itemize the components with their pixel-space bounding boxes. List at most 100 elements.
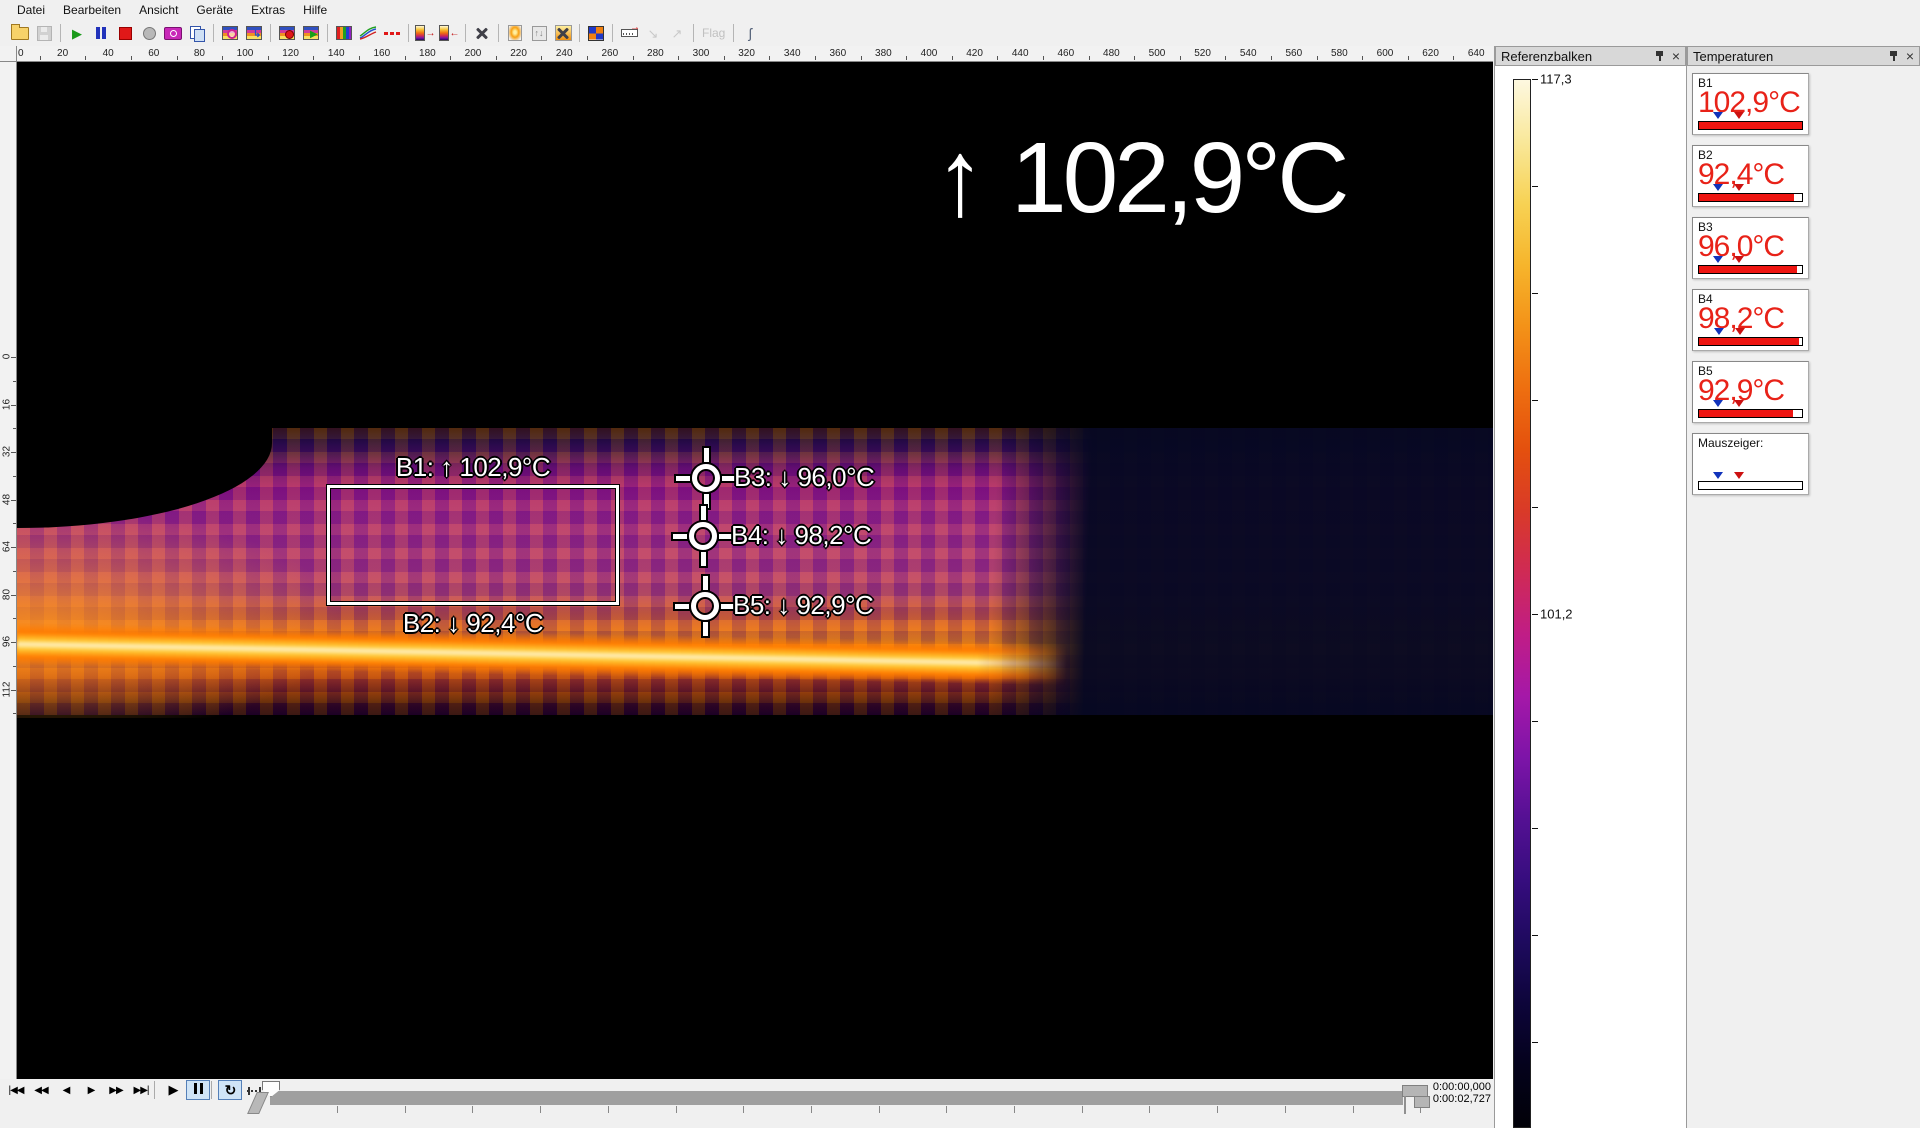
- temperature-bar-track[interactable]: [1698, 265, 1803, 274]
- snapshot-button[interactable]: [162, 23, 184, 44]
- scale-tick: [1532, 79, 1538, 80]
- max-marker-icon[interactable]: [1734, 400, 1744, 407]
- menu-item-hilfe[interactable]: Hilfe: [294, 1, 336, 19]
- timeline-tick: [1014, 1106, 1015, 1113]
- quad-view-button[interactable]: [585, 23, 607, 44]
- min-marker-icon[interactable]: [1713, 472, 1723, 479]
- fast-rewind-button[interactable]: ◀◀: [29, 1080, 53, 1100]
- temperature-box-b1: B1102,9°C: [1692, 73, 1809, 135]
- ruler-label: 60: [148, 48, 159, 59]
- spot-circle-icon: [691, 592, 719, 620]
- temperature-box-b3: B396,0°C: [1692, 217, 1809, 279]
- temperature-bar-track[interactable]: [1698, 193, 1803, 202]
- toolbar-separator: [612, 24, 613, 42]
- menu-item-extras[interactable]: Extras: [242, 1, 294, 19]
- min-marker-icon[interactable]: [1713, 112, 1723, 119]
- timeline-tick: [337, 1106, 338, 1113]
- step-back-button[interactable]: ◀: [54, 1080, 78, 1100]
- temperature-box-label: Mauszeiger:: [1698, 436, 1803, 450]
- min-marker-icon[interactable]: [1713, 184, 1723, 191]
- scale-shift-left-button[interactable]: ←: [438, 23, 460, 44]
- flag-button: Flag: [699, 23, 728, 44]
- temperature-bar[interactable]: [1698, 328, 1803, 346]
- stop-button[interactable]: [114, 23, 136, 44]
- open-file-button[interactable]: [9, 23, 31, 44]
- fit-range-button[interactable]: ↑↓: [528, 23, 550, 44]
- timeline-tick: [743, 1106, 744, 1113]
- tools-button[interactable]: [471, 23, 493, 44]
- ruler-label: 420: [966, 48, 983, 59]
- ruler-tick: [769, 56, 770, 60]
- temperature-bar[interactable]: [1698, 472, 1803, 490]
- measure-label-b1[interactable]: B1: ↑ 102,9°C: [327, 452, 619, 483]
- ruler-tick: [11, 690, 16, 691]
- ruler-label: 40: [103, 48, 114, 59]
- menu-item-datei[interactable]: Datei: [8, 1, 54, 19]
- fast-forward-button[interactable]: ▶▶: [104, 1080, 128, 1100]
- timeline-tick: [405, 1106, 406, 1113]
- thermal-tools-button[interactable]: [552, 23, 574, 44]
- temperature-bar-track[interactable]: [1698, 481, 1803, 490]
- ruler-label: 100: [237, 48, 254, 59]
- max-marker-icon[interactable]: [1735, 328, 1745, 335]
- profile-curves-button[interactable]: [357, 23, 379, 44]
- close-icon[interactable]: ×: [1906, 50, 1914, 62]
- ruler-tick: [1453, 56, 1454, 60]
- ruler-tick: [11, 452, 16, 453]
- freehand-button[interactable]: ʃ: [739, 23, 761, 44]
- ruler-label: 260: [601, 48, 618, 59]
- ruler-label: 280: [647, 48, 664, 59]
- pin-icon[interactable]: [1655, 51, 1664, 62]
- play-button[interactable]: ▶: [66, 23, 88, 44]
- timeline-tick: [1082, 1106, 1083, 1113]
- record-button[interactable]: [138, 23, 160, 44]
- pause-button[interactable]: [90, 23, 112, 44]
- min-marker-icon[interactable]: [1713, 400, 1723, 407]
- thermal-image-canvas[interactable]: ↑ 102,9°C B1: ↑ 102,9°C B2: ↓ 92,4°C B3:…: [17, 62, 1493, 1079]
- menu-item-geräte[interactable]: Geräte: [187, 1, 242, 19]
- menu-item-ansicht[interactable]: Ansicht: [130, 1, 187, 19]
- min-marker-icon[interactable]: [1714, 328, 1724, 335]
- image-zoom-button[interactable]: [219, 23, 241, 44]
- image-export-button[interactable]: ↳: [243, 23, 265, 44]
- pause-button[interactable]: [186, 1080, 210, 1100]
- pin-icon[interactable]: [1889, 51, 1898, 62]
- spot-circle-icon: [689, 522, 717, 550]
- measure-distance-button[interactable]: →: [618, 23, 640, 44]
- min-marker-icon[interactable]: [1713, 256, 1723, 263]
- measure-region-b1-rectangle[interactable]: [327, 485, 619, 605]
- max-marker-icon[interactable]: [1734, 112, 1744, 119]
- loop-button[interactable]: ↻: [218, 1080, 242, 1100]
- scale-shift-right-button[interactable]: →: [414, 23, 436, 44]
- image-play-button[interactable]: ▶: [300, 23, 322, 44]
- palette-button[interactable]: [333, 23, 355, 44]
- measure-label-b5[interactable]: B5: ↓ 92,9°C: [733, 590, 873, 621]
- palette-bar-button[interactable]: [504, 23, 526, 44]
- step-forward-button[interactable]: ▶: [79, 1080, 103, 1100]
- ruler-tick: [952, 56, 953, 60]
- max-marker-icon[interactable]: [1734, 184, 1744, 191]
- measure-label-b3[interactable]: B3: ↓ 96,0°C: [734, 462, 874, 493]
- temperature-bar-track[interactable]: [1698, 337, 1803, 346]
- temperature-bar[interactable]: [1698, 256, 1803, 274]
- play-button[interactable]: ▶: [161, 1080, 185, 1100]
- line-style-button[interactable]: [381, 23, 403, 44]
- copy-button[interactable]: [186, 23, 208, 44]
- temperature-bar[interactable]: [1698, 112, 1803, 130]
- close-icon[interactable]: ×: [1672, 50, 1680, 62]
- temperature-bar[interactable]: [1698, 400, 1803, 418]
- temperature-bar-track[interactable]: [1698, 121, 1803, 130]
- temperature-bar-track[interactable]: [1698, 409, 1803, 418]
- go-end-button[interactable]: ▶▶|: [129, 1080, 153, 1100]
- measure-label-b2[interactable]: B2: ↓ 92,4°C: [327, 608, 619, 639]
- timeline-track[interactable]: [270, 1091, 1403, 1105]
- max-marker-icon[interactable]: [1734, 256, 1744, 263]
- temperature-bar-fill: [1699, 194, 1794, 201]
- temperature-bar[interactable]: [1698, 184, 1803, 202]
- measure-label-b4[interactable]: B4: ↓ 98,2°C: [731, 520, 871, 551]
- go-start-button[interactable]: |◀◀: [4, 1080, 28, 1100]
- max-marker-icon[interactable]: [1734, 472, 1744, 479]
- menu-item-bearbeiten[interactable]: Bearbeiten: [54, 1, 130, 19]
- image-record-button[interactable]: [276, 23, 298, 44]
- temperature-color-scale: [1513, 79, 1531, 1128]
